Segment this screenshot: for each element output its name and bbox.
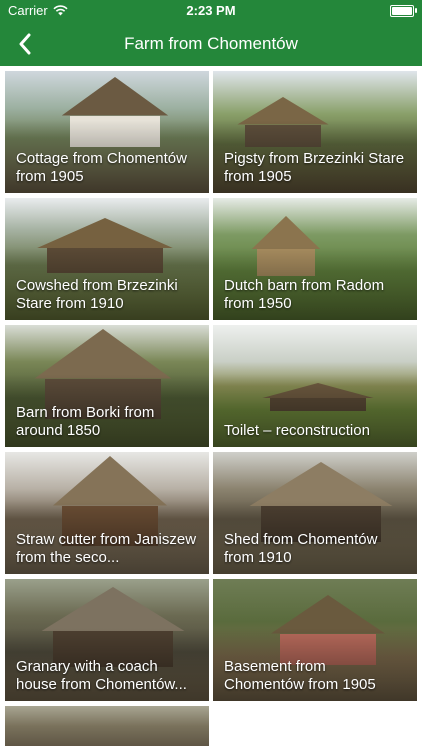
battery-icon [390,5,417,17]
building-tile-label: Basement from Chomentów from 1905 [224,658,376,693]
page-title: Farm from Chomentów [124,34,298,53]
building-tile-label: Pigsty from Brzezinki Stare from 1905 [224,150,405,185]
building-tile-label: Cottage from Chomentów from 1905 [16,150,187,185]
status-bar: Carrier 2:23 PM [0,0,422,22]
building-tile[interactable]: Granary with a coach house from Chomentó… [5,579,209,701]
building-tile-label: Toilet – reconstruction [224,422,370,439]
building-tile[interactable]: Cottage from Chomentów from 1905 [5,71,209,193]
navigation-bar: Farm from Chomentów [0,22,422,66]
building-tile[interactable]: Pigsty from Brzezinki Stare from 1905 [213,71,417,193]
building-tile[interactable]: Barn from Borki from around 1850 [5,325,209,447]
building-tile-label: Granary with a coach house from Chomentó… [16,658,187,693]
status-time: 2:23 PM [186,3,236,18]
building-tile[interactable] [5,706,209,746]
building-tile-label: Cowshed from Brzezinki Stare from 1910 [16,277,178,312]
building-tile[interactable]: Shed from Chomentów from 1910 [213,452,417,574]
building-tile[interactable]: Basement from Chomentów from 1905 [213,579,417,701]
building-tile[interactable]: Straw cutter from Janiszew from the seco… [5,452,209,574]
building-tile-label: Barn from Borki from around 1850 [16,404,155,439]
building-tile[interactable]: Toilet – reconstruction [213,325,417,447]
building-tile[interactable]: Dutch barn from Radom from 1950 [213,198,417,320]
app-header: Carrier 2:23 PM Farm from Chomentów [0,0,422,66]
building-tile-label: Straw cutter from Janiszew from the seco… [16,531,197,566]
building-tile-label: Dutch barn from Radom from 1950 [224,277,385,312]
building-tile-label: Shed from Chomentów from 1910 [224,531,378,566]
building-tile[interactable]: Cowshed from Brzezinki Stare from 1910 [5,198,209,320]
